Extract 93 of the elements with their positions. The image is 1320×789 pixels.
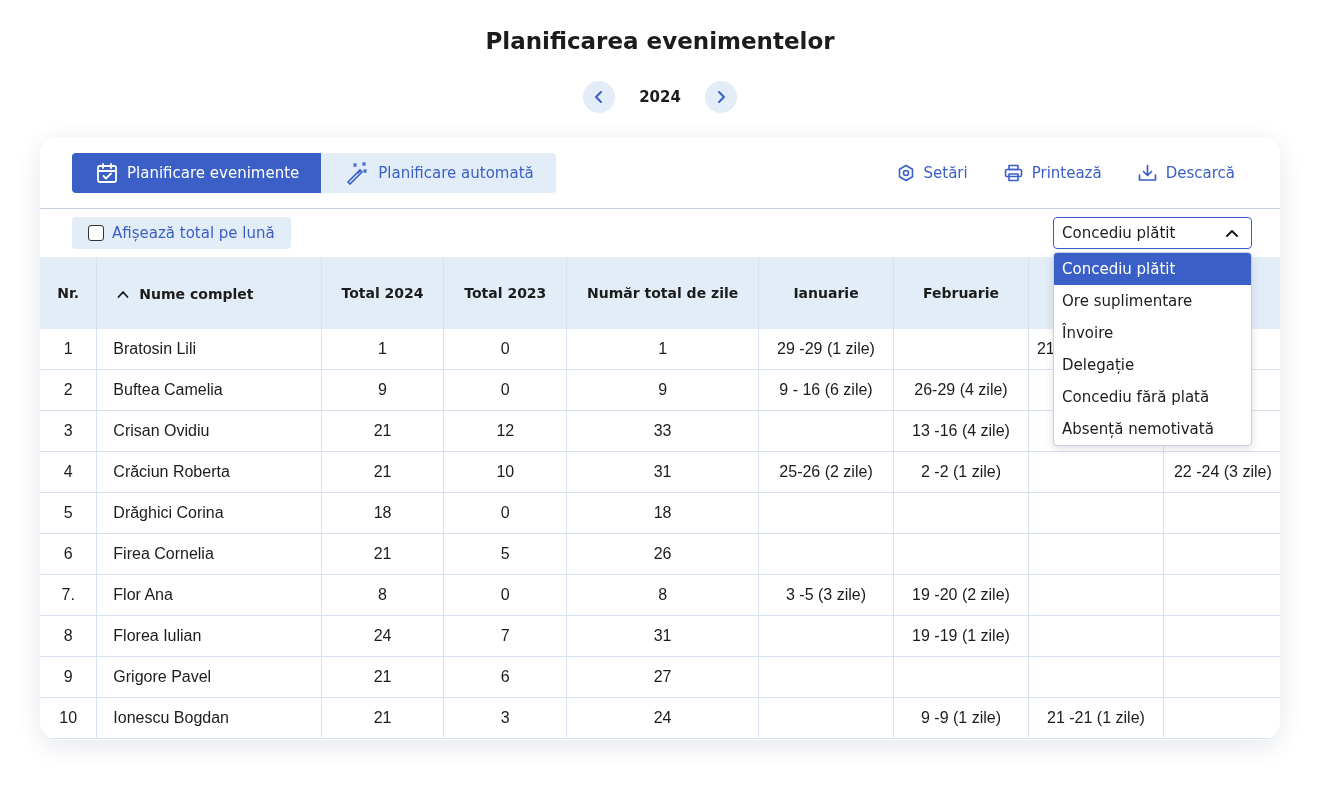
table-cell: Flor Ana <box>113 586 173 603</box>
table-cell: 0 <box>500 504 510 521</box>
settings-icon <box>896 164 915 182</box>
table-cell: 8 <box>378 586 387 603</box>
table-cell: 5 <box>63 504 73 521</box>
table-cell: 21 <box>1036 340 1055 357</box>
column-header[interactable]: Nr. <box>57 285 80 301</box>
table-cell: 9 <box>378 381 387 398</box>
calendar-check-icon <box>96 162 118 184</box>
table-cell: 1 <box>378 340 387 357</box>
table-cell: 18 <box>653 504 672 521</box>
column-header[interactable]: Număr total de zile <box>587 285 739 301</box>
table-cell: 26-29 (4 zile) <box>914 381 1008 398</box>
table-cell: Crisan Ovidiu <box>113 422 210 439</box>
table-cell: 0 <box>500 586 510 603</box>
table-cell: 2 -2 (1 zile) <box>920 463 1001 480</box>
monthly-total-toggle[interactable]: Afișează total pe lună <box>72 217 291 249</box>
table-cell: Buftea Camelia <box>113 381 223 398</box>
table-cell: 21 -21 (1 zile) <box>1047 709 1145 726</box>
table-cell: 10 <box>496 463 515 480</box>
column-header[interactable]: Nume complet <box>117 285 254 302</box>
tab[interactable]: Planificare evenimente <box>72 153 322 193</box>
table-cell: 19 -20 (2 zile) <box>912 586 1010 603</box>
previous-year-button[interactable] <box>583 81 616 113</box>
table-cell: 24 <box>653 709 672 726</box>
page-title: Planificarea evenimentelor <box>485 27 835 56</box>
table-cell: Firea Cornelia <box>113 545 214 562</box>
table-cell: 9 -9 (1 zile) <box>920 709 1001 726</box>
dropdown-option[interactable]: Absență nemotivată <box>1054 413 1251 445</box>
table-cell: 24 <box>373 627 392 644</box>
table-cell: 13 -16 (4 zile) <box>912 422 1010 439</box>
table-cell: 1 <box>63 340 73 357</box>
table-cell: 26 <box>653 545 672 562</box>
table-cell: 27 <box>653 668 672 685</box>
table-cell: 31 <box>653 463 672 480</box>
table-cell: 9 <box>63 668 73 685</box>
toolbar-link[interactable]: Setări <box>896 164 968 182</box>
table-cell: 31 <box>653 627 672 644</box>
toolbar-link[interactable]: Printează <box>1003 164 1102 182</box>
table-cell: 9 - 16 (6 zile) <box>779 381 873 398</box>
tab[interactable]: Planificare automată <box>321 153 556 193</box>
table-cell: 2 <box>63 381 73 398</box>
table-cell: 19 -19 (1 zile) <box>912 627 1010 644</box>
dropdown-option[interactable]: Concediu fără plată <box>1054 381 1251 413</box>
table-cell: 3 -5 (3 zile) <box>786 586 867 603</box>
column-header[interactable]: Februarie <box>922 285 999 301</box>
year-label: 2024 <box>639 88 681 106</box>
table-cell: 18 <box>373 504 392 521</box>
column-header[interactable]: Total 2024 <box>341 285 424 301</box>
table-cell: 0 <box>500 340 510 357</box>
table-cell: 21 <box>373 545 392 562</box>
checkbox[interactable] <box>88 225 104 241</box>
dropdown-option[interactable]: Concediu plătit <box>1054 253 1251 285</box>
table-cell: 7 <box>500 627 510 644</box>
table-cell: Ionescu Bogdan <box>113 709 229 726</box>
table-cell: 25-26 (2 zile) <box>779 463 873 480</box>
next-year-button[interactable] <box>704 81 737 113</box>
table-cell: 21 <box>373 709 392 726</box>
table-cell: 33 <box>653 422 672 439</box>
dropdown-option[interactable]: Ore suplimentare <box>1054 285 1251 317</box>
table-cell: Drăghici Corina <box>113 504 224 521</box>
table-cell: Bratosin Lili <box>113 340 197 357</box>
table-cell: 9 <box>658 381 668 398</box>
table-cell: Crăciun Roberta <box>113 463 230 480</box>
dropdown-option[interactable]: Delegație <box>1054 349 1251 381</box>
table-cell: 4 <box>63 463 73 480</box>
toolbar-link[interactable]: Descarcă <box>1137 164 1235 182</box>
table-cell: 3 <box>500 709 510 726</box>
table-cell: 22 -24 (3 zile) <box>1173 463 1272 480</box>
table-cell: 1 <box>658 340 668 357</box>
table-cell: 21 <box>373 422 392 439</box>
column-header[interactable]: Ianuarie <box>793 285 859 301</box>
magic-wand-icon <box>345 161 370 185</box>
download-icon <box>1137 164 1157 182</box>
table-cell: 7. <box>61 586 75 603</box>
table-cell: 6 <box>500 668 510 685</box>
table-cell: 8 <box>658 586 668 603</box>
table-cell: 3 <box>63 422 73 439</box>
column-header[interactable]: Total 2023 <box>464 285 547 301</box>
table-cell: 21 <box>373 463 392 480</box>
table-cell: 21 <box>373 668 392 685</box>
table-cell: 29 -29 (1 zile) <box>777 340 875 357</box>
table-cell: 10 <box>59 709 78 726</box>
printer-icon <box>1003 164 1023 182</box>
table-cell: Grigore Pavel <box>113 668 212 685</box>
table-cell: 5 <box>500 545 510 562</box>
table-cell: 0 <box>500 381 510 398</box>
table-cell: Florea Iulian <box>113 627 202 644</box>
table-cell: 6 <box>63 545 73 562</box>
table-cell: 12 <box>496 422 515 439</box>
table-cell: 8 <box>63 627 73 644</box>
event-type-select[interactable]: Concediu plătit <box>1053 217 1252 249</box>
dropdown-option[interactable]: Învoire <box>1054 317 1251 349</box>
